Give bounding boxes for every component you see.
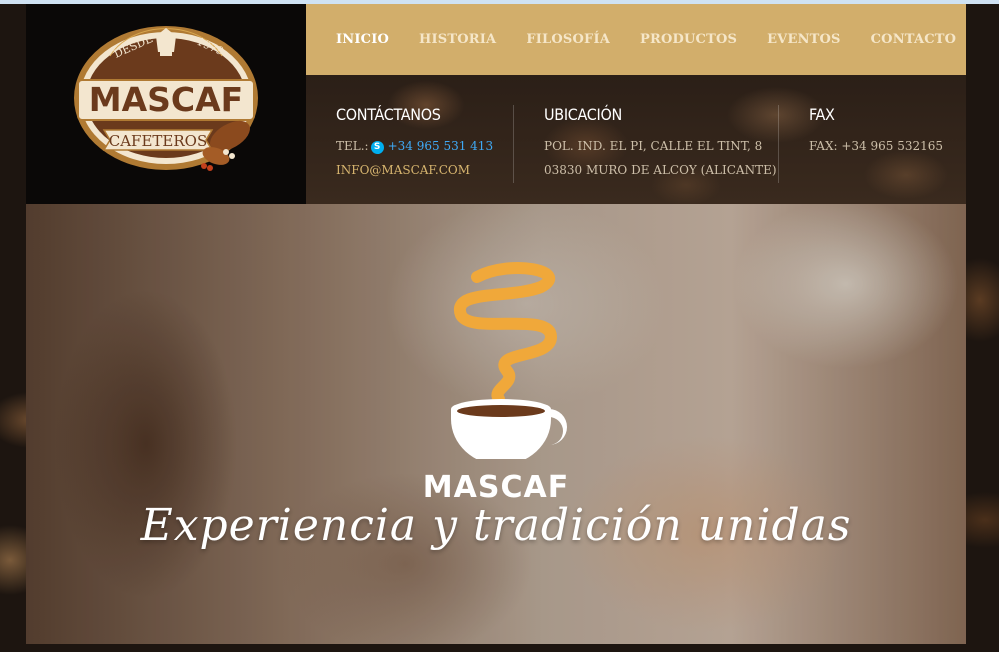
email-link[interactable]: INFO@MASCAF.COM [336, 158, 493, 182]
location-heading: UBICACIÓN [544, 105, 622, 124]
fax-number: FAX: +34 965 532165 [809, 139, 944, 153]
logo-container[interactable]: DESDE 1979 MASCAF CAFETEROS [26, 4, 306, 204]
nav-item-historia[interactable]: HISTORIA [419, 32, 496, 47]
nav-item-productos[interactable]: PRODUCTOS [640, 32, 737, 47]
logo-brand-text: MASCAF [89, 80, 243, 119]
telephone-line: TEL.: S +34 965 531 413 [336, 134, 493, 158]
nav-item-filosofia[interactable]: FILOSOFÍA [526, 32, 610, 47]
column-divider [513, 105, 514, 183]
skype-icon[interactable]: S [370, 141, 384, 154]
fax-heading: FAX [809, 105, 835, 124]
hero-banner: MASCAF Experiencia y tradición unidas [26, 204, 966, 644]
contact-column: CONTÁCTANOS TEL.: S +34 965 531 413 INFO@M… [336, 105, 493, 182]
contact-heading: CONTÁCTANOS [336, 105, 441, 124]
column-divider [778, 105, 779, 183]
telephone-link[interactable]: +34 965 531 413 [388, 139, 493, 153]
tel-label: TEL.: [336, 139, 369, 153]
nav-item-inicio[interactable]: INICIO [336, 32, 389, 47]
fax-column: FAX FAX: +34 965 532165 [809, 105, 943, 158]
nav-item-eventos[interactable]: EVENTOS [767, 32, 841, 47]
coffee-cup-icon [451, 262, 567, 459]
contact-info-bar: CONTÁCTANOS TEL.: S +34 965 531 413 INFO@M… [306, 75, 966, 204]
mascaf-logo[interactable]: DESDE 1979 MASCAF CAFETEROS [70, 18, 262, 178]
location-column: UBICACIÓN POL. IND. EL PI, CALLE EL TINT… [544, 105, 777, 182]
hero-tagline: Experiencia y tradición unidas [140, 500, 852, 551]
logo-ribbon-text: CAFETEROS [109, 132, 208, 150]
address-line-1: POL. IND. EL PI, CALLE EL TINT, 8 [544, 139, 763, 153]
main-nav: INICIO HISTORIA FILOSOFÍA PRODUCTOS EVEN… [306, 4, 966, 75]
address-line-2: 03830 MURO DE ALCOY (ALICANTE) [544, 163, 777, 177]
nav-item-contacto[interactable]: CONTACTO [871, 32, 957, 47]
